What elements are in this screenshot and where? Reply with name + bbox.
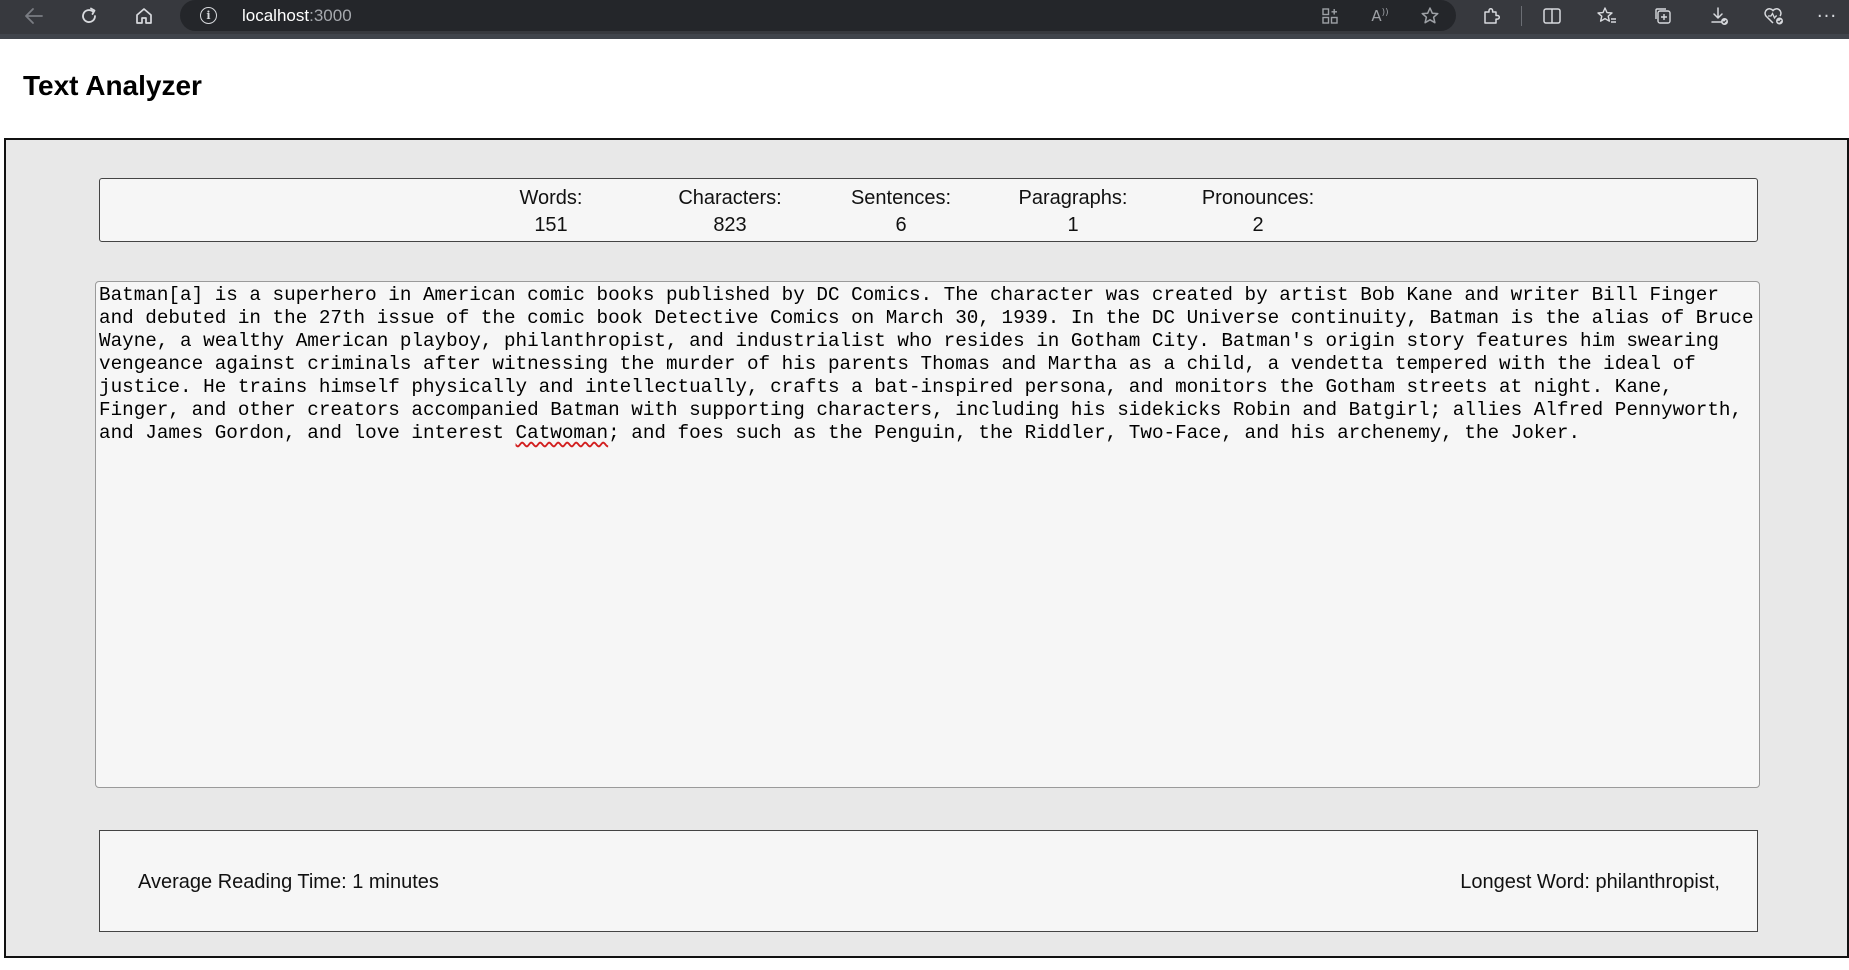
- longest-word: Longest Word: philanthropist,: [1460, 871, 1720, 893]
- stat-value: 151: [534, 214, 568, 236]
- stat-value: 823: [713, 214, 747, 236]
- url-text[interactable]: localhost:3000: [242, 6, 352, 26]
- more-icon[interactable]: ···: [1810, 2, 1844, 30]
- stat-value: 1: [1067, 214, 1079, 236]
- refresh-icon: [82, 7, 96, 23]
- stat-label: Paragraphs:: [1018, 187, 1128, 209]
- arrow-left-icon: [25, 8, 43, 24]
- analyzer-panel: Words: 151 Characters: 823 Sentences: 6 …: [4, 138, 1849, 958]
- heart-pulse-icon[interactable]: [1757, 2, 1791, 30]
- download-icon[interactable]: [1702, 2, 1736, 30]
- stat-label: Characters:: [678, 187, 782, 209]
- misspelled-word[interactable]: Catwoman: [516, 422, 609, 444]
- grid-plus-icon[interactable]: [1316, 3, 1344, 29]
- home-icon: [136, 8, 152, 24]
- summary-bar: Average Reading Time: 1 minutes Longest …: [99, 830, 1758, 932]
- text-input-area[interactable]: Batman[a] is a superhero in American com…: [95, 281, 1760, 788]
- url-port: :3000: [309, 6, 352, 25]
- star-icon[interactable]: [1416, 3, 1444, 29]
- toolbar-border: [0, 34, 1849, 39]
- collections-icon[interactable]: [1646, 2, 1680, 30]
- stat-paragraphs: Paragraphs: 1: [1013, 185, 1133, 239]
- split-screen-icon[interactable]: [1535, 2, 1569, 30]
- stat-value: 2: [1252, 214, 1264, 236]
- back-button[interactable]: [18, 2, 50, 30]
- stat-label: Words:: [519, 187, 583, 209]
- text-content: Batman[a] is a superhero in American com…: [99, 284, 1754, 444]
- info-icon[interactable]: i: [200, 7, 217, 24]
- toolbar-divider: [1521, 6, 1522, 26]
- home-button[interactable]: [128, 2, 160, 30]
- stat-characters: Characters: 823: [670, 185, 790, 239]
- read-aloud-icon[interactable]: A)): [1366, 3, 1394, 29]
- puzzle-icon[interactable]: [1474, 2, 1508, 30]
- browser-toolbar: i localhost:3000 A)) ···: [0, 0, 1849, 39]
- stats-bar: Words: 151 Characters: 823 Sentences: 6 …: [99, 178, 1758, 242]
- reload-button[interactable]: [73, 2, 105, 30]
- stat-pronounces: Pronounces: 2: [1193, 185, 1323, 239]
- stat-words: Words: 151: [501, 185, 601, 239]
- stat-sentences: Sentences: 6: [841, 185, 961, 239]
- url-host: localhost: [242, 6, 310, 25]
- stat-label: Pronounces:: [1201, 187, 1315, 209]
- average-reading-time: Average Reading Time: 1 minutes: [138, 871, 439, 893]
- favorites-list-icon[interactable]: [1590, 2, 1624, 30]
- address-bar[interactable]: i localhost:3000 A)): [180, 0, 1456, 31]
- stat-label: Sentences:: [850, 187, 952, 209]
- page-title: Text Analyzer: [23, 70, 202, 101]
- text-content-end: ; and foes such as the Penguin, the Ridd…: [608, 422, 1581, 444]
- stat-value: 6: [895, 214, 907, 236]
